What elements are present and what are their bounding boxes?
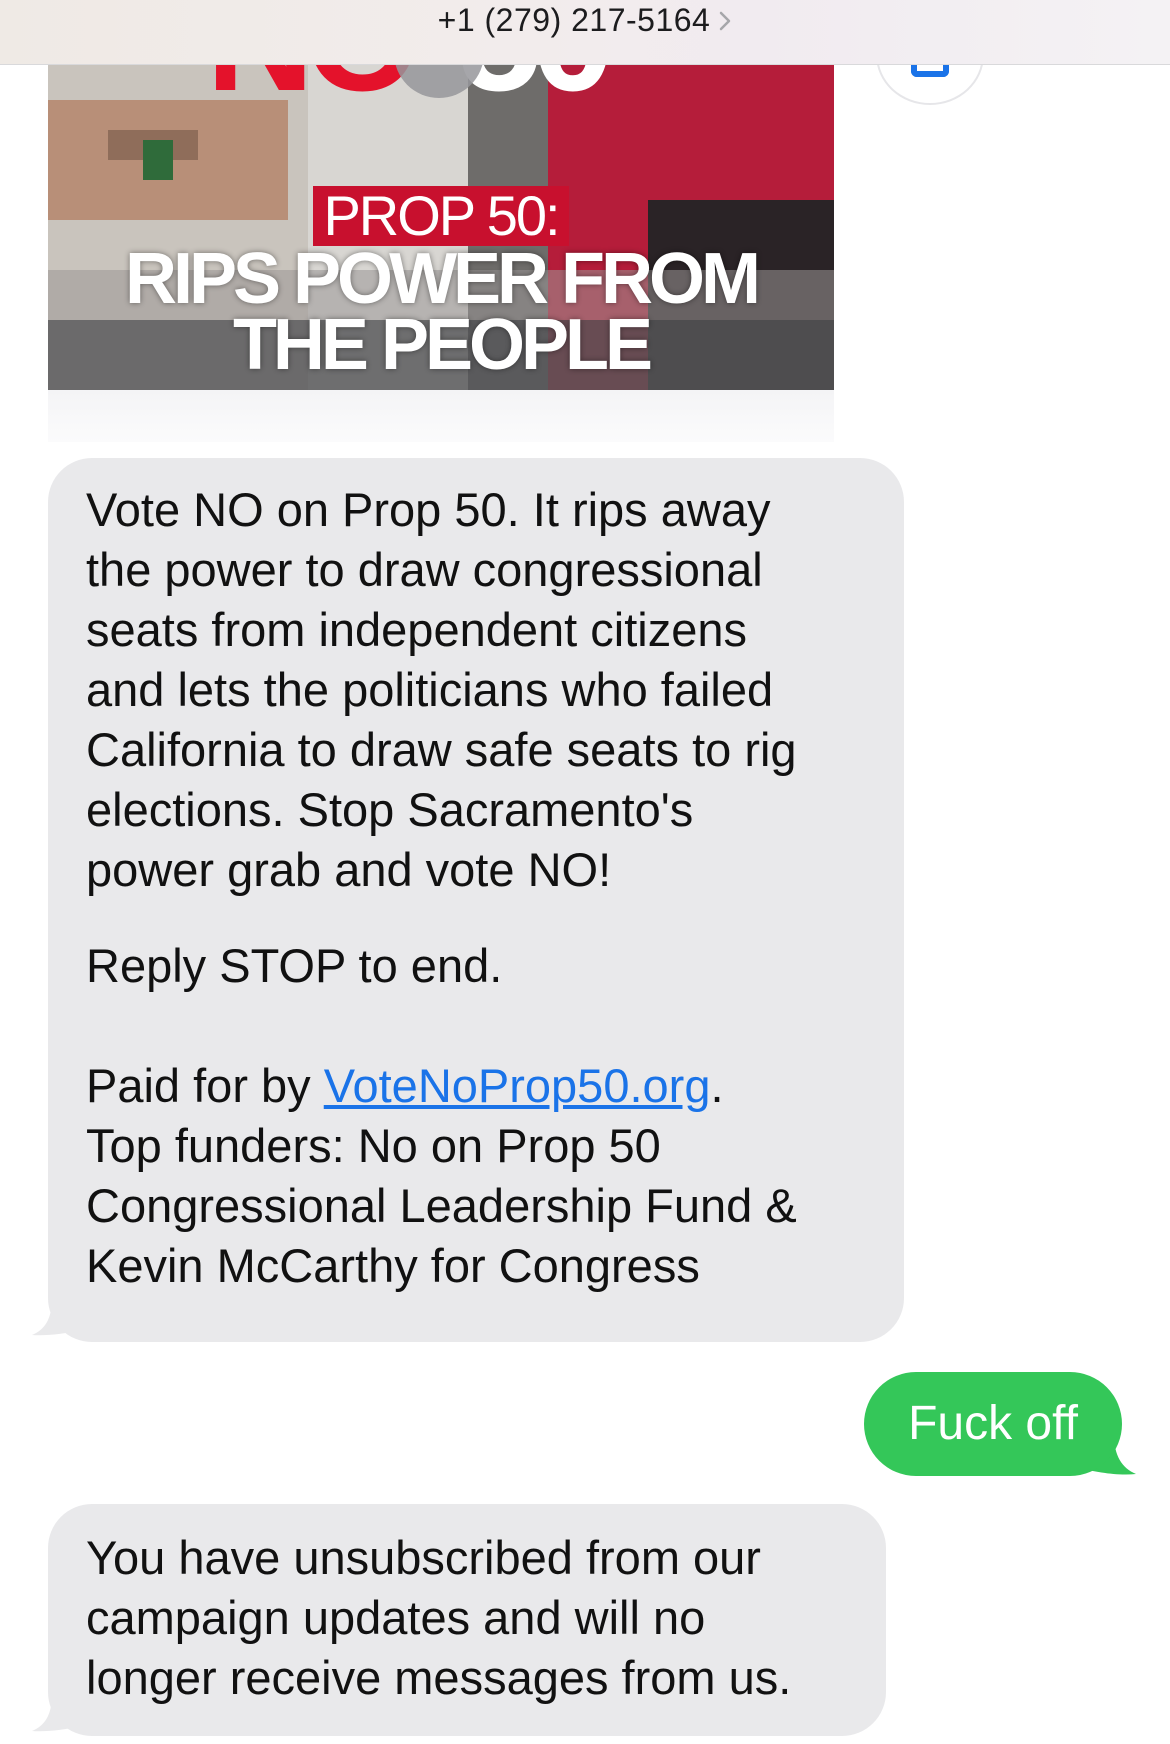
contact-phone-number: +1 (279) 217-5164 — [437, 1, 711, 38]
paid-for-suffix: . — [710, 1059, 724, 1112]
message-paragraph-disclosure: Paid for by VoteNoProp50.org. — [86, 1056, 866, 1116]
message-paragraph-funders: Top funders: No on Prop 50 Congressional… — [86, 1119, 797, 1292]
incoming-message-bubble[interactable]: Vote NO on Prop 50. It rips away the pow… — [48, 458, 904, 1342]
conversation-header: +1 (279) 217-5164 — [0, 0, 1170, 65]
contact-name-button[interactable]: +1 (279) 217-5164 — [0, 0, 1170, 40]
headline-line-2: THE PEOPLE — [232, 305, 653, 385]
paid-for-prefix: Paid for by — [86, 1059, 324, 1112]
message-paragraph: Vote NO on Prop 50. It rips away the pow… — [86, 483, 797, 896]
prop-label: PROP 50: — [313, 186, 569, 246]
headline-line-1: RIPS POWER FROM — [124, 239, 761, 319]
outgoing-message-bubble[interactable]: Fuck off — [864, 1372, 1122, 1476]
media-link-preview-strip[interactable] — [48, 390, 834, 442]
media-caption: PROP 50: RIPS POWER FROM THE PEOPLE — [48, 186, 834, 385]
outgoing-message-text: Fuck off — [908, 1397, 1078, 1450]
message-paragraph-stop: Reply STOP to end. — [86, 939, 503, 992]
website-link[interactable]: VoteNoProp50.org — [324, 1059, 711, 1112]
message-thread-screen: NO 50 PROP 50: RIPS POWER FROM THE PEOPL… — [0, 0, 1170, 1744]
chevron-right-icon — [720, 11, 731, 31]
incoming-message-bubble[interactable]: You have unsubscribed from our campaign … — [48, 1504, 886, 1736]
unsubscribe-message-text: You have unsubscribed from our campaign … — [86, 1531, 792, 1704]
